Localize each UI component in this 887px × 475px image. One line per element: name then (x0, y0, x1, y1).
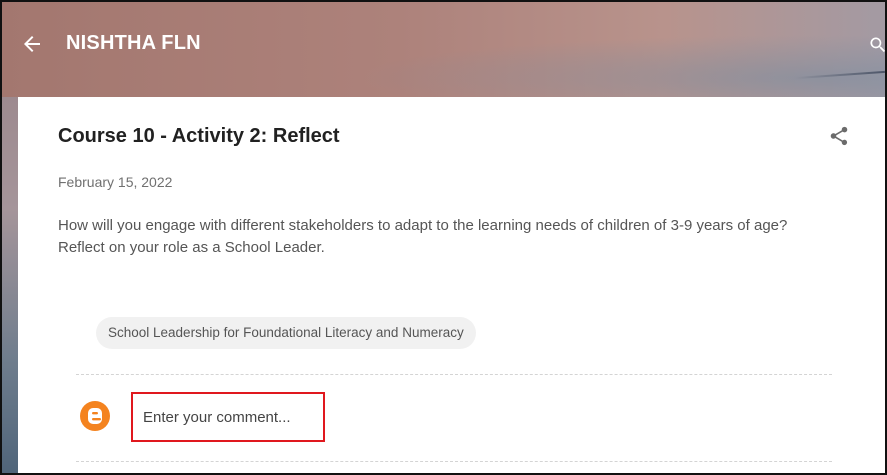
comment-box-highlight[interactable] (131, 392, 325, 442)
post-card: Course 10 - Activity 2: Reflect February… (18, 97, 885, 473)
label-chip[interactable]: School Leadership for Foundational Liter… (96, 317, 476, 349)
post-date: February 15, 2022 (58, 174, 173, 190)
post-body-line: How will you engage with different stake… (58, 217, 788, 234)
background-strip (2, 97, 18, 473)
divider (76, 461, 832, 462)
blog-title[interactable]: NISHTHA FLN (66, 32, 201, 55)
post-body: How will you engage with different stake… (58, 215, 848, 259)
arrow-left-icon[interactable] (20, 32, 44, 56)
search-icon[interactable] (868, 35, 885, 55)
divider (76, 374, 832, 375)
post-title[interactable]: Course 10 - Activity 2: Reflect (58, 125, 340, 148)
comment-input[interactable] (143, 406, 313, 428)
page-frame: NISHTHA FLN Course 10 - Activity 2: Refl… (0, 0, 887, 475)
share-icon[interactable] (828, 125, 850, 147)
post-body-line: Reflect on your role as a School Leader. (58, 239, 325, 256)
blogger-icon (79, 400, 111, 432)
banner-streak (795, 70, 885, 80)
